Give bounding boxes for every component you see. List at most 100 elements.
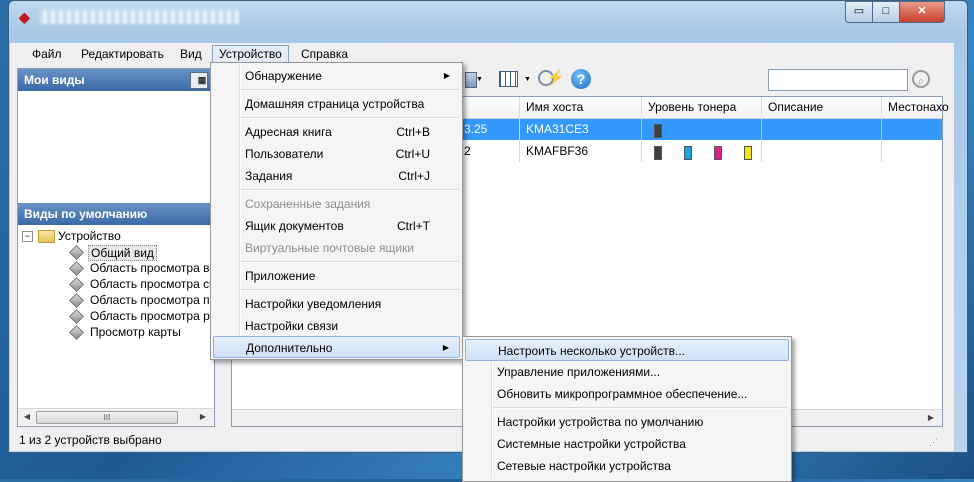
ip-cell: 3.25 <box>458 119 520 140</box>
menu-item-document-box[interactable]: Ящик документов Ctrl+T <box>213 215 460 237</box>
menu-item-manage-applications[interactable]: Управление приложениями... <box>465 361 789 383</box>
submenu-arrow-icon: ▶ <box>443 71 450 80</box>
device-view-icon <box>69 277 84 292</box>
menu-item-shortcut: Ctrl+T <box>397 219 430 233</box>
scroll-right-icon[interactable]: ▶ <box>196 411 210 423</box>
menu-item-label: Управление приложениями... <box>497 365 661 379</box>
column-header-toner[interactable]: Уровень тонера <box>642 97 762 118</box>
menu-item-label: Ящик документов <box>245 219 344 233</box>
resize-grip-icon[interactable]: ⋰ <box>929 433 938 452</box>
hostname-cell: KMAFBF36 <box>520 141 642 162</box>
device-menu: Обнаружение ▶ Домашняя страница устройств… <box>210 62 463 360</box>
description-cell <box>762 119 882 140</box>
scroll-thumb[interactable]: III <box>36 411 178 424</box>
menu-device[interactable]: Устройство <box>212 45 289 63</box>
tree-item-label: Область просмотра рес <box>90 309 223 323</box>
device-view-icon <box>69 293 84 308</box>
menu-item-address-book[interactable]: Адресная книга Ctrl+B <box>213 121 460 143</box>
menu-separator <box>493 407 787 409</box>
device-view-icon <box>69 261 84 276</box>
menu-item-shortcut: Ctrl+U <box>395 147 430 161</box>
close-button[interactable]: ✕ <box>899 1 945 23</box>
tree-item-label: Область просмотра воз <box>90 261 222 275</box>
toner-black-bar <box>654 146 662 160</box>
my-views-title: Мои виды <box>24 73 85 87</box>
search-input[interactable] <box>768 69 908 91</box>
menu-item-device-network-settings[interactable]: Сетевые настройки устройства <box>465 455 789 477</box>
menu-item-firmware-upgrade[interactable]: Обновить микропрограммное обеспечение... <box>465 383 789 405</box>
close-icon: ✕ <box>917 5 927 17</box>
menu-file[interactable]: Файл <box>26 45 68 63</box>
ip-cell: 2 <box>458 141 520 162</box>
status-text: 1 из 2 устройств выбрано <box>19 433 162 447</box>
minimize-button[interactable]: ▭ <box>845 1 873 23</box>
tree-item-label: Общий вид <box>88 245 157 261</box>
menu-item-label: Настроить несколько устройств... <box>498 344 685 358</box>
menu-item-shortcut: Ctrl+J <box>398 169 430 183</box>
horizontal-scrollbar[interactable]: ◀ III ▶ <box>18 408 214 425</box>
kyocera-logo-icon: ◆ <box>19 9 30 25</box>
menu-item-label: Обновить микропрограммное обеспечение... <box>497 387 748 401</box>
toner-cell <box>642 141 762 162</box>
window-title <box>39 10 239 24</box>
submenu-arrow-icon: ▶ <box>442 343 449 352</box>
device-view-icon <box>69 245 84 260</box>
column-header-hostname[interactable]: Имя хоста <box>520 97 642 118</box>
menu-item-configure-multiple-devices[interactable]: Настроить несколько устройств... <box>465 339 789 361</box>
menu-item-advanced[interactable]: Дополнительно ▶ <box>213 336 460 358</box>
menu-item-device-system-settings[interactable]: Системные настройки устройства <box>465 433 789 455</box>
menu-view[interactable]: Вид <box>174 45 208 63</box>
hostname-cell: KMA31CE3 <box>520 119 642 140</box>
help-icon[interactable]: ? <box>570 68 592 90</box>
dropdown-arrow-icon[interactable]: ▼ <box>476 76 483 83</box>
menu-item-label: Сетевые настройки устройства <box>497 459 671 473</box>
menu-item-jobs[interactable]: Задания Ctrl+J <box>213 165 460 187</box>
menu-edit[interactable]: Редактировать <box>75 45 170 63</box>
tree-item-label: Область просмотра сче <box>90 277 222 291</box>
column-header-description[interactable]: Описание <box>762 97 882 118</box>
scroll-left-icon[interactable]: ◀ <box>20 411 34 423</box>
column-header-location[interactable]: Местонахо <box>882 97 949 118</box>
connection-icon[interactable]: ⚡ <box>535 68 564 90</box>
menu-item-device-default-settings[interactable]: Настройки устройства по умолчанию <box>465 411 789 433</box>
default-views-title: Виды по умолчанию <box>24 207 148 221</box>
device-view-icon <box>69 309 84 324</box>
menu-item-users[interactable]: Пользователи Ctrl+U <box>213 143 460 165</box>
collapse-icon[interactable]: − <box>22 231 33 242</box>
tree-item-label: Область просмотра про <box>90 293 223 307</box>
menu-item-stored-jobs: Сохраненные задания <box>213 193 460 215</box>
maximize-button[interactable]: □ <box>872 1 900 23</box>
columns-icon[interactable] <box>497 68 519 90</box>
menu-item-device-home-page[interactable]: Домашняя страница устройства <box>213 93 460 115</box>
menu-item-virtual-mailboxes: Виртуальные почтовые ящики <box>213 237 460 259</box>
title-bar[interactable]: ◆ ▭ □ ✕ <box>9 1 967 41</box>
toner-cell <box>642 119 762 140</box>
advanced-submenu: Настроить несколько устройств... Управле… <box>462 336 792 482</box>
maximize-icon: □ <box>882 5 890 17</box>
views-panel: Мои виды ▦ Виды по умолчанию − Устройств… <box>17 68 223 427</box>
menu-item-communication-settings[interactable]: Настройки связи <box>213 315 460 337</box>
toner-yellow-bar <box>744 146 752 160</box>
menu-item-label: Настройки связи <box>245 319 339 333</box>
menu-item-label: Дополнительно <box>246 341 333 355</box>
menu-item-label: Системные настройки устройства <box>497 437 686 451</box>
add-view-icon[interactable]: ▦ <box>190 72 208 89</box>
toner-cyan-bar <box>684 146 692 160</box>
search-icon[interactable]: ⌕ <box>912 70 930 88</box>
my-views-header: Мои виды ▦ <box>18 69 214 91</box>
folder-icon <box>38 230 55 243</box>
tree-item-label: Просмотр карты <box>90 325 181 339</box>
menu-item-label: Пользователи <box>245 147 324 161</box>
menu-item-label: Задания <box>245 169 293 183</box>
menu-item-discovery[interactable]: Обнаружение ▶ <box>213 65 460 87</box>
toner-magenta-bar <box>714 146 722 160</box>
menu-item-label: Сохраненные задания <box>245 197 371 211</box>
menu-item-notification-settings[interactable]: Настройки уведомления <box>213 293 460 315</box>
description-cell <box>762 141 882 162</box>
dropdown-arrow-icon[interactable]: ▼ <box>524 76 531 83</box>
scroll-right-icon[interactable]: ▶ <box>924 412 938 424</box>
menu-item-shortcut: Ctrl+B <box>396 125 430 139</box>
menu-item-application[interactable]: Приложение <box>213 265 460 287</box>
menu-separator <box>241 289 459 291</box>
menu-help[interactable]: Справка <box>295 45 354 63</box>
